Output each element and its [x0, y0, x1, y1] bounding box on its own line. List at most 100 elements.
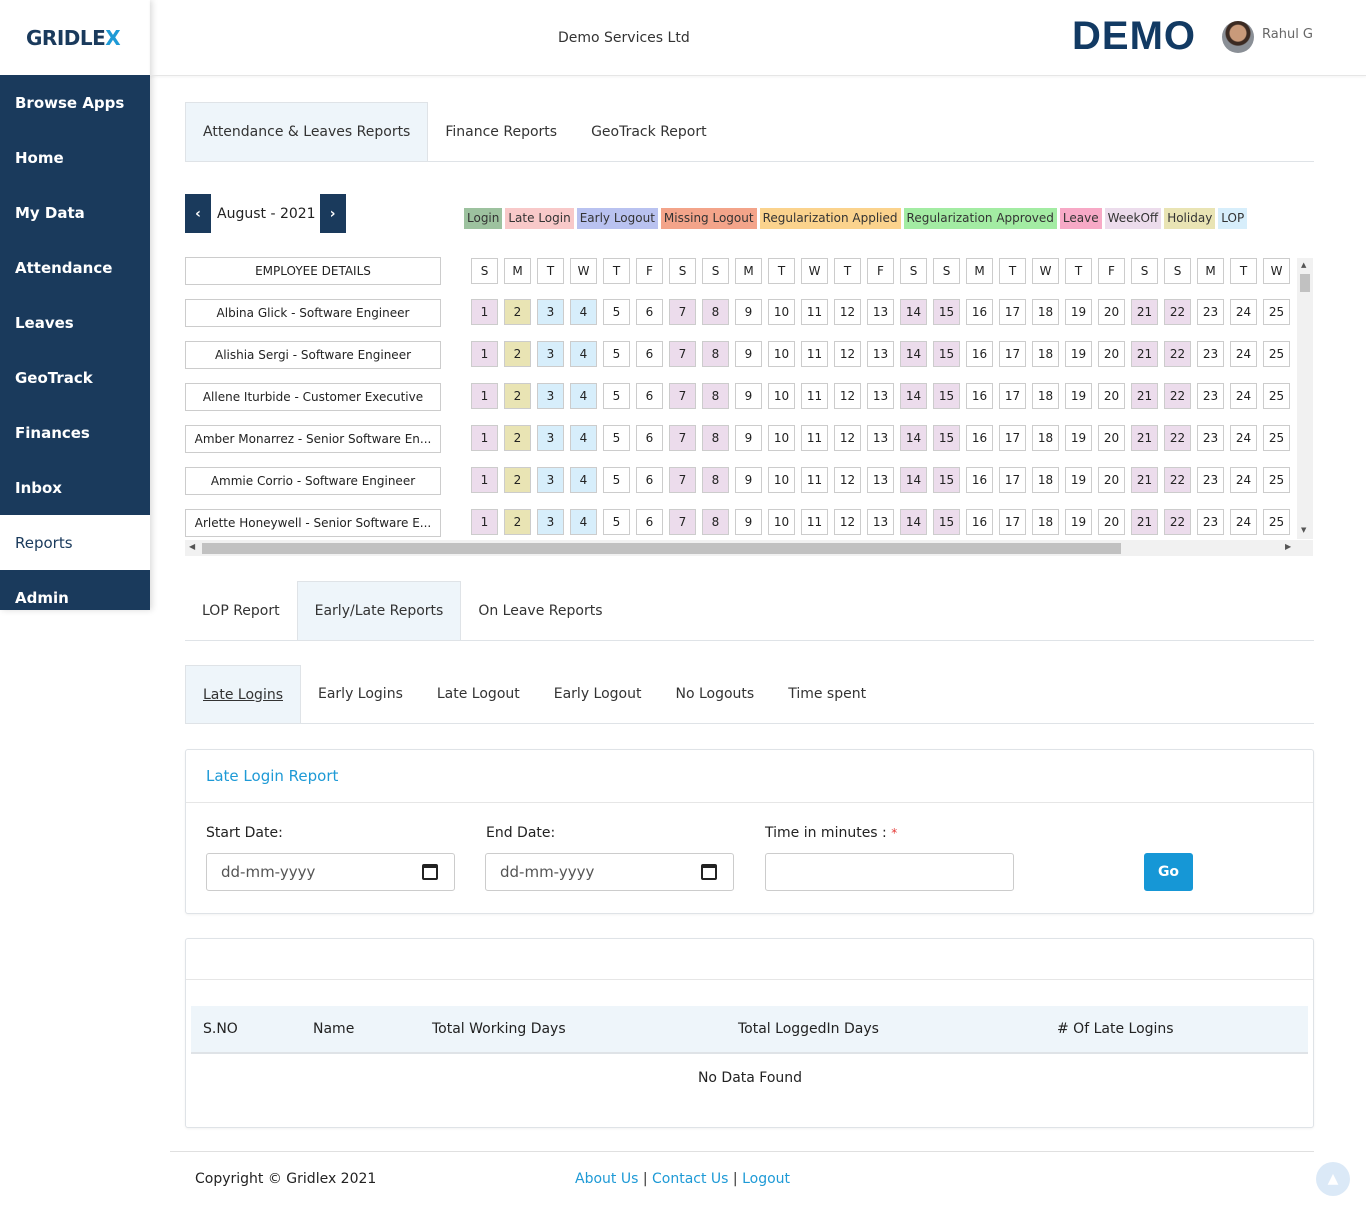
day-cell[interactable]: 12: [834, 383, 861, 409]
day-cell[interactable]: 17: [999, 383, 1026, 409]
day-cell[interactable]: 1: [471, 299, 498, 325]
day-cell[interactable]: 5: [603, 467, 630, 493]
day-cell[interactable]: 6: [636, 425, 663, 451]
day-cell[interactable]: 20: [1098, 341, 1125, 367]
day-cell[interactable]: 16: [966, 341, 993, 367]
day-cell[interactable]: 12: [834, 299, 861, 325]
tab-finance-reports[interactable]: Finance Reports: [428, 102, 574, 161]
nav-finances[interactable]: Finances: [0, 405, 150, 460]
nav-inbox[interactable]: Inbox: [0, 460, 150, 515]
nav-reports[interactable]: Reports: [0, 515, 150, 570]
nav-home[interactable]: Home: [0, 130, 150, 185]
day-cell[interactable]: 18: [1032, 509, 1059, 535]
day-cell[interactable]: 13: [867, 425, 894, 451]
day-cell[interactable]: 14: [900, 509, 927, 535]
day-cell[interactable]: 21: [1131, 509, 1158, 535]
day-cell[interactable]: 15: [933, 383, 960, 409]
nav-leaves[interactable]: Leaves: [0, 295, 150, 350]
day-cell[interactable]: 2: [504, 509, 531, 535]
calendar-icon[interactable]: [422, 864, 438, 880]
day-cell[interactable]: 4: [570, 383, 597, 409]
day-cell[interactable]: 18: [1032, 341, 1059, 367]
day-cell[interactable]: 6: [636, 383, 663, 409]
logo[interactable]: GRIDLEX: [0, 0, 150, 75]
day-cell[interactable]: 17: [999, 467, 1026, 493]
employee-row[interactable]: Amber Monarrez - Senior Software En...: [185, 425, 441, 453]
day-cell[interactable]: 13: [867, 467, 894, 493]
employee-row[interactable]: Albina Glick - Software Engineer: [185, 299, 441, 327]
day-cell[interactable]: 20: [1098, 467, 1125, 493]
day-cell[interactable]: 14: [900, 299, 927, 325]
day-cell[interactable]: 15: [933, 341, 960, 367]
day-cell[interactable]: 2: [504, 467, 531, 493]
day-cell[interactable]: 7: [669, 467, 696, 493]
tab-attendance-leaves-reports[interactable]: Attendance & Leaves Reports: [185, 102, 429, 161]
day-cell[interactable]: 11: [801, 341, 828, 367]
go-button[interactable]: Go: [1144, 853, 1193, 891]
day-cell[interactable]: 18: [1032, 425, 1059, 451]
day-cell[interactable]: 23: [1197, 383, 1224, 409]
day-cell[interactable]: 20: [1098, 299, 1125, 325]
start-date-input[interactable]: dd-mm-yyyy: [206, 853, 455, 891]
day-cell[interactable]: 3: [537, 509, 564, 535]
horizontal-scroll-thumb[interactable]: [202, 543, 1121, 554]
vertical-scrollbar[interactable]: ▲ ▼: [1297, 258, 1313, 539]
day-cell[interactable]: 22: [1164, 341, 1191, 367]
day-cell[interactable]: 1: [471, 341, 498, 367]
day-cell[interactable]: 19: [1065, 467, 1092, 493]
day-cell[interactable]: 25: [1263, 341, 1290, 367]
day-cell[interactable]: 19: [1065, 341, 1092, 367]
day-cell[interactable]: 22: [1164, 467, 1191, 493]
day-cell[interactable]: 3: [537, 341, 564, 367]
day-cell[interactable]: 1: [471, 467, 498, 493]
day-cell[interactable]: 7: [669, 425, 696, 451]
day-cell[interactable]: 17: [999, 299, 1026, 325]
day-cell[interactable]: 4: [570, 299, 597, 325]
col-total-working-days[interactable]: Total Working Days: [432, 1021, 566, 1037]
day-cell[interactable]: 14: [900, 467, 927, 493]
day-cell[interactable]: 9: [735, 299, 762, 325]
day-cell[interactable]: 23: [1197, 509, 1224, 535]
nav-browse-apps[interactable]: Browse Apps: [0, 75, 150, 130]
day-cell[interactable]: 8: [702, 299, 729, 325]
day-cell[interactable]: 4: [570, 425, 597, 451]
day-cell[interactable]: 21: [1131, 383, 1158, 409]
day-cell[interactable]: 5: [603, 509, 630, 535]
day-cell[interactable]: 13: [867, 341, 894, 367]
day-cell[interactable]: 4: [570, 509, 597, 535]
scroll-to-top-icon[interactable]: ▲: [1316, 1162, 1350, 1196]
day-cell[interactable]: 12: [834, 509, 861, 535]
day-cell[interactable]: 16: [966, 467, 993, 493]
day-cell[interactable]: 15: [933, 509, 960, 535]
day-cell[interactable]: 3: [537, 425, 564, 451]
day-cell[interactable]: 21: [1131, 299, 1158, 325]
day-cell[interactable]: 3: [537, 467, 564, 493]
day-cell[interactable]: 6: [636, 299, 663, 325]
day-cell[interactable]: 5: [603, 299, 630, 325]
day-cell[interactable]: 21: [1131, 425, 1158, 451]
day-cell[interactable]: 21: [1131, 467, 1158, 493]
day-cell[interactable]: 25: [1263, 425, 1290, 451]
day-cell[interactable]: 6: [636, 509, 663, 535]
day-cell[interactable]: 25: [1263, 299, 1290, 325]
nav-my-data[interactable]: My Data: [0, 185, 150, 240]
day-cell[interactable]: 5: [603, 341, 630, 367]
day-cell[interactable]: 7: [669, 509, 696, 535]
day-cell[interactable]: 18: [1032, 299, 1059, 325]
day-cell[interactable]: 20: [1098, 425, 1125, 451]
col-sno[interactable]: S.NO: [203, 1021, 238, 1037]
day-cell[interactable]: 2: [504, 341, 531, 367]
tab-no-logouts[interactable]: No Logouts: [659, 665, 772, 723]
day-cell[interactable]: 25: [1263, 509, 1290, 535]
day-cell[interactable]: 19: [1065, 383, 1092, 409]
day-cell[interactable]: 20: [1098, 383, 1125, 409]
day-cell[interactable]: 24: [1230, 467, 1257, 493]
day-cell[interactable]: 23: [1197, 425, 1224, 451]
scroll-right-icon[interactable]: ▶: [1285, 542, 1291, 551]
nav-geotrack[interactable]: GeoTrack: [0, 350, 150, 405]
day-cell[interactable]: 20: [1098, 509, 1125, 535]
day-cell[interactable]: 4: [570, 467, 597, 493]
day-cell[interactable]: 8: [702, 383, 729, 409]
tab-geotrack-report[interactable]: GeoTrack Report: [574, 102, 724, 161]
day-cell[interactable]: 9: [735, 467, 762, 493]
